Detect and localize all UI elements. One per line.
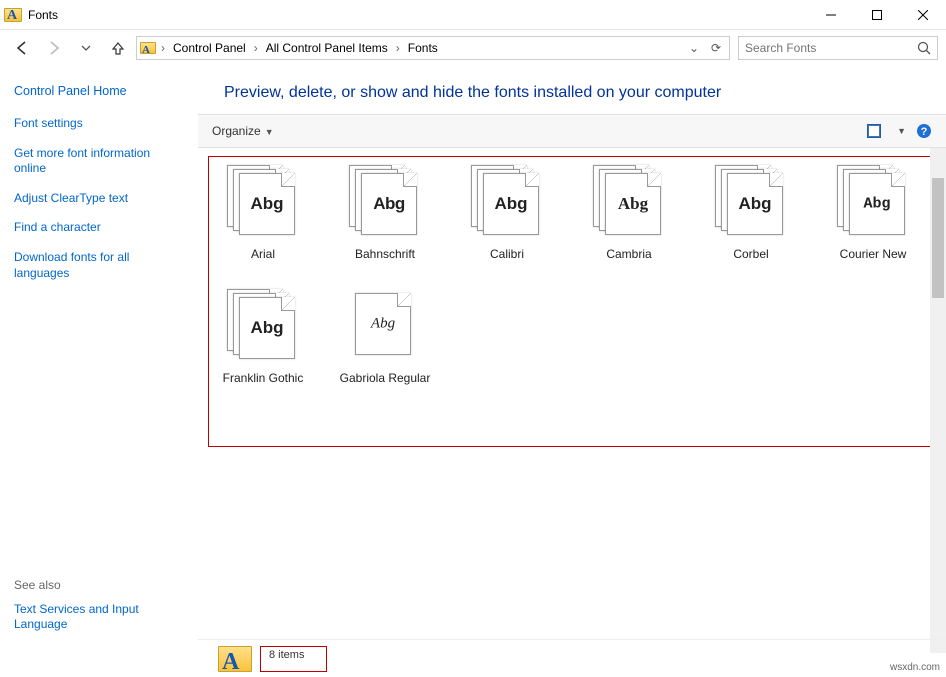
status-folder-icon: A: [218, 646, 252, 672]
font-name-label: Corbel: [733, 247, 768, 261]
item-count: 8 items: [260, 646, 327, 672]
font-sample: Abg: [863, 196, 890, 213]
font-item[interactable]: Abg Corbel: [703, 165, 799, 261]
chevron-right-icon[interactable]: ›: [159, 41, 167, 55]
search-icon[interactable]: [917, 41, 931, 55]
window-title: Fonts: [26, 8, 58, 22]
refresh-button[interactable]: ⟳: [705, 41, 727, 55]
back-button[interactable]: [8, 34, 36, 62]
sidebar-link-find-character[interactable]: Find a character: [14, 220, 184, 236]
close-button[interactable]: [900, 0, 946, 30]
page-title: Preview, delete, or show and hide the fo…: [198, 66, 946, 114]
font-item[interactable]: Abg Arial: [215, 165, 311, 261]
search-box[interactable]: [738, 36, 938, 60]
view-dropdown[interactable]: ▼: [897, 126, 906, 136]
sidebar-link-download-fonts[interactable]: Download fonts for all languages: [14, 250, 184, 281]
nav-row: A › Control Panel › All Control Panel It…: [0, 30, 946, 66]
address-dropdown[interactable]: ⌄: [683, 41, 705, 55]
organize-menu[interactable]: Organize▼: [212, 124, 274, 138]
font-grid: Abg Arial Abg Bahnschrift Abg Calibri Abg Cambr…: [215, 165, 929, 386]
sidebar-link-more-info[interactable]: Get more font information online: [14, 146, 184, 177]
font-name-label: Franklin Gothic: [223, 371, 304, 385]
font-sample: Abg: [250, 194, 283, 214]
font-item[interactable]: Abg Cambria: [581, 165, 677, 261]
sidebar: Control Panel Home Font settings Get mor…: [0, 66, 198, 653]
font-name-label: Gabriola Regular: [340, 371, 431, 385]
titlebar: A Fonts: [0, 0, 946, 30]
font-item[interactable]: Abg Calibri: [459, 165, 555, 261]
address-folder-icon: A: [139, 42, 157, 54]
help-button[interactable]: ?: [916, 123, 932, 139]
font-item[interactable]: Abg Bahnschrift: [337, 165, 433, 261]
font-item[interactable]: Abg Gabriola Regular: [337, 289, 433, 385]
breadcrumb-item[interactable]: Control Panel: [169, 37, 250, 59]
chevron-down-icon: ▼: [261, 127, 274, 137]
scrollbar[interactable]: [930, 148, 946, 653]
font-sample: Abg: [494, 194, 527, 214]
breadcrumb-item[interactable]: All Control Panel Items: [262, 37, 392, 59]
font-name-label: Bahnschrift: [355, 247, 415, 261]
font-sample: Abg: [373, 194, 405, 214]
breadcrumb-item[interactable]: Fonts: [404, 37, 442, 59]
svg-text:?: ?: [921, 126, 928, 138]
see-also-label: See also: [14, 578, 194, 592]
font-item[interactable]: Abg Courier New: [825, 165, 921, 261]
main-panel: Preview, delete, or show and hide the fo…: [198, 66, 946, 653]
font-sample: Abg: [250, 318, 283, 338]
forward-button[interactable]: [40, 34, 68, 62]
sidebar-link-font-settings[interactable]: Font settings: [14, 116, 184, 132]
up-button[interactable]: [104, 34, 132, 62]
watermark: wsxdn.com: [890, 662, 940, 673]
font-grid-selection: Abg Arial Abg Bahnschrift Abg Calibri Abg Cambr…: [208, 156, 936, 447]
font-item[interactable]: Abg Franklin Gothic: [215, 289, 311, 385]
address-bar[interactable]: A › Control Panel › All Control Panel It…: [136, 36, 730, 60]
scrollbar-thumb[interactable]: [932, 178, 944, 298]
font-name-label: Arial: [251, 247, 275, 261]
sidebar-link-cleartype[interactable]: Adjust ClearType text: [14, 191, 184, 207]
control-panel-home-link[interactable]: Control Panel Home: [14, 84, 184, 98]
font-sample: Abg: [371, 316, 395, 333]
font-name-label: Calibri: [490, 247, 524, 261]
chevron-right-icon[interactable]: ›: [394, 41, 402, 55]
font-sample: Abg: [738, 194, 771, 214]
search-input[interactable]: [745, 41, 917, 55]
font-name-label: Cambria: [606, 247, 651, 261]
maximize-button[interactable]: [854, 0, 900, 30]
see-also-link[interactable]: Text Services and Input Language: [14, 602, 194, 633]
font-name-label: Courier New: [840, 247, 907, 261]
view-options-button[interactable]: [867, 124, 887, 138]
recent-dropdown[interactable]: [72, 34, 100, 62]
toolbar: Organize▼ ▼ ?: [198, 114, 946, 148]
font-sample: Abg: [618, 194, 648, 214]
app-icon: A: [0, 8, 26, 22]
minimize-button[interactable]: [808, 0, 854, 30]
status-bar: A 8 items: [198, 639, 946, 677]
chevron-right-icon[interactable]: ›: [252, 41, 260, 55]
